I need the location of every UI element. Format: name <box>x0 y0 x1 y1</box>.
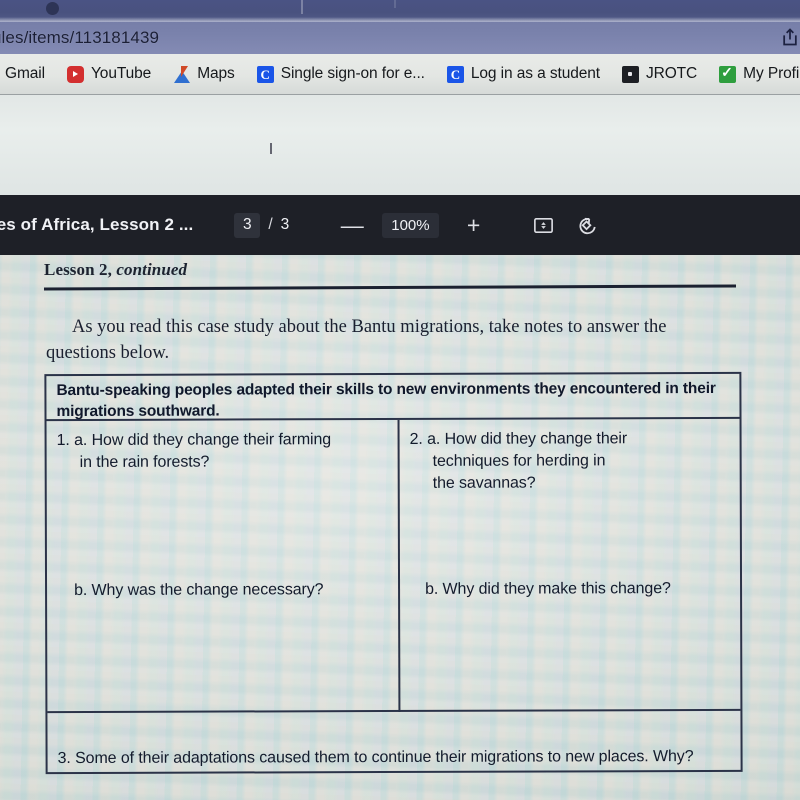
pdf-viewer-toolbar: res of Africa, Lesson 2 ... 3 / 3 — 100%… <box>0 195 800 255</box>
question-3: 3. Some of their adaptations caused them… <box>57 747 694 767</box>
table-header-statement: Bantu-speaking peoples adapted their ski… <box>46 373 740 422</box>
question-2a-line2: techniques for herding in <box>432 452 606 470</box>
bookmark-label: Maps <box>197 65 235 82</box>
lesson-header: Lesson 2, continued <box>44 260 187 280</box>
zoom-in-button[interactable]: + <box>460 211 488 239</box>
youtube-icon <box>66 65 84 83</box>
table-row-divider <box>47 708 741 714</box>
screen-photo: ules/items/113181439 Gmail YouTube Maps … <box>0 0 800 800</box>
bookmark-jrotc[interactable]: JROTC <box>611 54 708 94</box>
bookmark-label: Single sign-on for e... <box>280 65 425 82</box>
address-bar-highlight <box>0 21 800 22</box>
tab-divider <box>394 0 396 8</box>
lesson-header-label: Lesson 2, <box>44 260 112 279</box>
question-1b: b. Why was the change necessary? <box>74 581 324 600</box>
url-text[interactable]: ules/items/113181439 <box>0 28 159 48</box>
pdf-document-title: res of Africa, Lesson 2 ... <box>0 215 194 234</box>
question-1a-line2: in the rain forests? <box>79 453 210 472</box>
bookmark-label: Log in as a student <box>470 65 600 82</box>
zoom-out-button[interactable]: — <box>338 211 366 239</box>
page-number-input[interactable]: 3 <box>234 212 261 238</box>
bookmark-log-in-as-a-student[interactable]: C Log in as a student <box>436 54 611 94</box>
bookmark-label: JROTC <box>645 65 698 82</box>
bookmark-youtube[interactable]: YouTube <box>56 54 162 94</box>
address-bar[interactable]: ules/items/113181439 <box>0 21 800 54</box>
lesson-header-continued: continued <box>116 260 188 279</box>
intro-paragraph: As you read this case study about the Ba… <box>46 317 667 363</box>
tab-divider <box>301 0 303 14</box>
browser-tab-strip <box>0 0 800 21</box>
bookmark-gmail[interactable]: Gmail <box>0 54 56 94</box>
bookmark-label: My Profil <box>743 65 800 82</box>
question-1a-number: 1. a. <box>56 431 88 450</box>
question-2b: b. Why did they make this change? <box>425 580 671 598</box>
zoom-controls: — 100% + <box>338 211 487 239</box>
worksheet-table: Bantu-speaking peoples adapted their ski… <box>44 371 743 775</box>
page-background <box>0 95 800 195</box>
zoom-level-value[interactable]: 100% <box>382 212 439 238</box>
question-1a-line1: How did they change their farming <box>91 431 332 449</box>
bookmark-maps[interactable]: Maps <box>162 54 246 94</box>
question-2a-line1: How did they change their <box>444 430 628 448</box>
page-navigation: 3 / 3 <box>234 212 290 238</box>
question-1a: 1. a. How did they change their farming … <box>57 429 387 474</box>
question-2a-line3: the savannas? <box>432 474 536 493</box>
page-separator: / <box>268 216 273 233</box>
checkmark-icon <box>719 65 737 83</box>
bookmark-label: YouTube <box>90 65 152 82</box>
bookmark-label: Gmail <box>5 65 45 82</box>
share-icon[interactable] <box>780 27 800 47</box>
table-column-divider <box>397 419 401 712</box>
page-total: 3 <box>280 216 290 233</box>
bookmark-single-sign-on[interactable]: C Single sign-on for e... <box>246 54 436 94</box>
pdf-document-page: Lesson 2, continued As you read this cas… <box>0 255 800 800</box>
header-rule <box>43 284 737 291</box>
bookmarks-bar: Gmail YouTube Maps C Single sign-on for … <box>0 54 800 95</box>
google-maps-icon <box>173 65 191 83</box>
fit-to-page-icon[interactable] <box>529 210 559 240</box>
canvas-icon: C <box>256 65 274 83</box>
rotate-counterclockwise-icon[interactable] <box>573 210 603 240</box>
canvas-icon: C <box>446 65 464 83</box>
bookmark-my-profile[interactable]: My Profil <box>708 54 800 94</box>
tab-favicon <box>46 2 59 15</box>
text-caret <box>270 143 272 154</box>
jrotc-icon <box>621 65 639 83</box>
question-2a-number: 2. a. <box>409 430 441 448</box>
question-2a: 2. a. How did they change their techniqu… <box>410 428 740 495</box>
